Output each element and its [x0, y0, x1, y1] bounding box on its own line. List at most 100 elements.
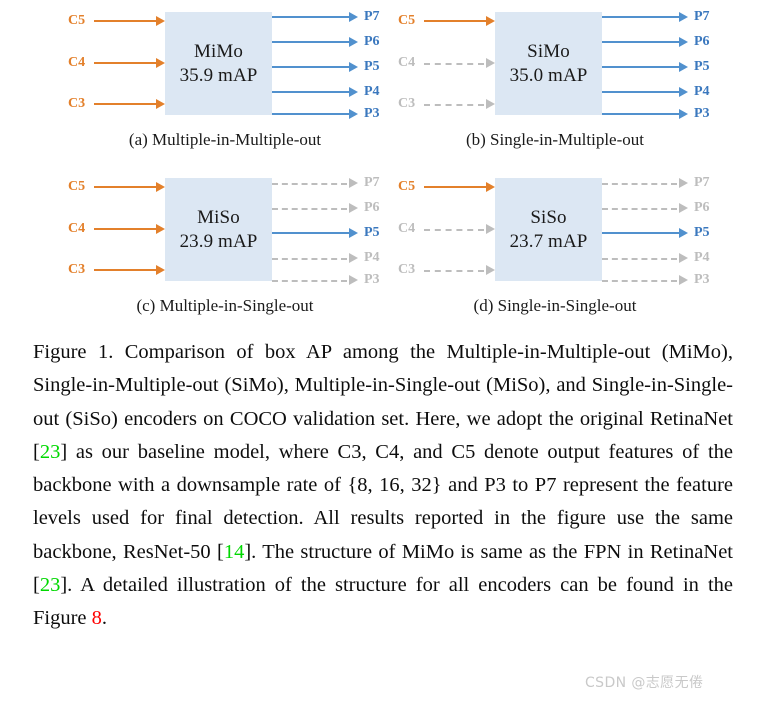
arrow-right-icon [272, 108, 358, 120]
caption-text-8: . [101, 607, 108, 630]
output-arrow-p5: P5 [272, 59, 390, 74]
arrow-right-icon [602, 227, 688, 239]
output-label-p4: P4 [364, 84, 380, 99]
arrow-right-icon [424, 57, 495, 69]
arrow-right-icon [602, 177, 688, 189]
arrow-right-icon [272, 86, 358, 98]
panel-b: C5 C4 C3 SiMo 35.0 mAP P7 P6 P5 P4 P3 (b) Single-i… [390, 2, 720, 162]
caption-reference-7[interactable]: 8 [92, 607, 102, 629]
figure-diagram: C5 C4 C3 MiMo 35.9 mAP P7 P6 P5 P4 P3 (a) Multiple… [0, 0, 761, 330]
input-arrow-c3: C3 [398, 96, 495, 111]
input-arrow-c5: C5 [398, 179, 495, 194]
figure-caption: Figure 1. Comparison of box AP among the… [33, 336, 733, 636]
arrow-right-icon [602, 274, 688, 286]
input-label-c4: C4 [68, 221, 86, 236]
encoder-name: SiSo [530, 207, 567, 229]
input-arrow-c4: C4 [398, 55, 495, 70]
encoder-map-value: 35.0 mAP [509, 64, 588, 86]
arrow-right-icon [272, 11, 358, 23]
output-arrow-p5: P5 [602, 59, 720, 74]
arrow-right-icon [272, 177, 358, 189]
panel-a: C5 C4 C3 MiMo 35.9 mAP P7 P6 P5 P4 P3 (a) Multiple… [60, 2, 390, 162]
encoder-name: MiSo [197, 207, 240, 229]
caption-reference-1[interactable]: 23 [40, 441, 61, 463]
output-label-p7: P7 [364, 9, 380, 24]
input-label-c3: C3 [68, 96, 86, 111]
arrow-right-icon [424, 181, 495, 193]
caption-reference-3[interactable]: 14 [224, 541, 245, 563]
encoder-map-value: 35.9 mAP [179, 64, 258, 86]
arrow-right-icon [94, 57, 165, 69]
arrow-right-icon [602, 108, 688, 120]
caption-reference-5[interactable]: 23 [40, 574, 61, 596]
output-arrow-p6: P6 [602, 34, 720, 49]
output-arrow-p3: P3 [272, 272, 390, 287]
input-arrow-c3: C3 [68, 262, 165, 277]
encoder-box-siso: SiSo 23.7 mAP [495, 178, 602, 281]
input-arrow-c3: C3 [398, 262, 495, 277]
input-label-c5: C5 [68, 13, 86, 28]
output-label-p6: P6 [364, 200, 380, 215]
input-label-c4: C4 [398, 55, 416, 70]
output-arrow-p5: P5 [272, 225, 390, 240]
output-arrow-p4: P4 [602, 84, 720, 99]
input-label-c3: C3 [398, 262, 416, 277]
encoder-name: SiMo [527, 41, 570, 63]
output-arrow-p7: P7 [272, 175, 390, 190]
arrow-right-icon [94, 181, 165, 193]
output-arrow-p3: P3 [602, 272, 720, 287]
input-arrow-c4: C4 [398, 221, 495, 236]
input-arrow-c3: C3 [68, 96, 165, 111]
arrow-right-icon [602, 61, 688, 73]
panel-caption-c: (c) Multiple-in-Single-out [136, 296, 314, 315]
output-arrow-p7: P7 [602, 175, 720, 190]
output-label-p5: P5 [694, 225, 710, 240]
output-arrow-p3: P3 [602, 106, 720, 121]
encoder-name: MiMo [194, 41, 243, 63]
output-arrow-p4: P4 [602, 250, 720, 265]
arrow-right-icon [272, 36, 358, 48]
encoder-map-value: 23.9 mAP [179, 230, 258, 252]
input-arrow-c4: C4 [68, 55, 165, 70]
arrow-right-icon [602, 86, 688, 98]
input-label-c5: C5 [398, 179, 416, 194]
arrow-right-icon [602, 11, 688, 23]
arrow-right-icon [94, 15, 165, 27]
encoder-box-mimo: MiMo 35.9 mAP [165, 12, 272, 115]
output-label-p6: P6 [694, 200, 710, 215]
input-label-c4: C4 [68, 55, 86, 70]
arrow-right-icon [272, 202, 358, 214]
arrow-right-icon [94, 264, 165, 276]
panel-caption-b: (b) Single-in-Multiple-out [465, 130, 644, 149]
arrow-right-icon [602, 202, 688, 214]
output-arrow-p6: P6 [272, 200, 390, 215]
encoder-box-miso: MiSo 23.9 mAP [165, 178, 272, 281]
input-arrow-c5: C5 [68, 179, 165, 194]
arrow-right-icon [272, 61, 358, 73]
encoder-map-value: 23.7 mAP [509, 230, 588, 252]
arrow-right-icon [424, 98, 495, 110]
output-arrow-p7: P7 [272, 9, 390, 24]
input-label-c3: C3 [68, 262, 86, 277]
arrow-right-icon [602, 36, 688, 48]
encoder-box-simo: SiMo 35.0 mAP [495, 12, 602, 115]
output-label-p3: P3 [364, 106, 380, 121]
arrow-right-icon [272, 227, 358, 239]
panel-caption-d: (d) Single-in-Single-out [473, 296, 637, 315]
input-arrow-c5: C5 [398, 13, 495, 28]
input-label-c5: C5 [398, 13, 416, 28]
arrow-right-icon [424, 223, 495, 235]
arrow-right-icon [602, 252, 688, 264]
output-arrow-p6: P6 [272, 34, 390, 49]
output-label-p6: P6 [694, 34, 710, 49]
arrow-right-icon [94, 98, 165, 110]
output-label-p5: P5 [364, 225, 380, 240]
output-arrow-p4: P4 [272, 250, 390, 265]
output-label-p5: P5 [694, 59, 710, 74]
input-label-c4: C4 [398, 221, 416, 236]
output-arrow-p5: P5 [602, 225, 720, 240]
input-label-c3: C3 [398, 96, 416, 111]
output-label-p4: P4 [694, 250, 710, 265]
output-arrow-p6: P6 [602, 200, 720, 215]
output-label-p7: P7 [364, 175, 380, 190]
